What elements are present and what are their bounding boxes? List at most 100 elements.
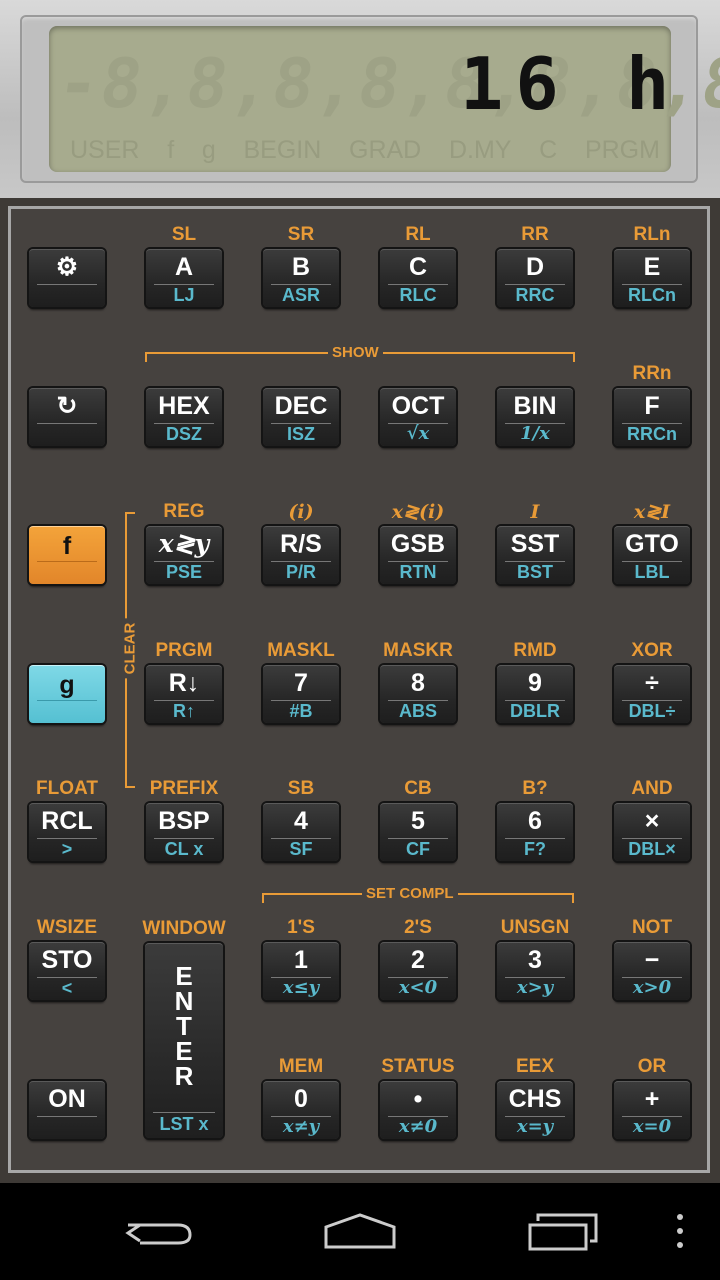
key-g-label: 1/x: [520, 423, 550, 444]
key-1[interactable]: 1 x≤y: [263, 942, 339, 1000]
key-g-label: RTN: [399, 562, 437, 582]
display-housing: -8,8,8,8,8,8,8,8,8, 16 h USER f g BEGIN …: [0, 0, 720, 198]
key-label: ×: [644, 807, 660, 835]
key-f-label: RL: [405, 224, 431, 245]
key-f-label: B?: [522, 778, 548, 799]
key-label: CHS: [508, 1085, 562, 1113]
key-bsp[interactable]: BSP CL x: [146, 803, 222, 861]
key-bin[interactable]: BIN 1/x: [497, 388, 573, 446]
key-c[interactable]: C RLC: [380, 249, 456, 307]
key-f-shift[interactable]: f: [29, 526, 105, 584]
key-oct[interactable]: OCT √x: [380, 388, 456, 446]
key-f-label: x≷I: [633, 501, 671, 523]
key-g-label: x>y: [516, 977, 554, 998]
key-f-label: OR: [637, 1056, 667, 1077]
key-4[interactable]: 4 SF: [263, 803, 339, 861]
key-hex[interactable]: HEX DSZ: [146, 388, 222, 446]
key-5[interactable]: 5 CF: [380, 803, 456, 861]
key-label: ON: [48, 1085, 86, 1113]
key-label: A: [174, 253, 194, 281]
key-f-label: MEM: [278, 1056, 324, 1077]
key-8[interactable]: 8 ABS: [380, 665, 456, 723]
key-label: 6: [528, 807, 542, 835]
key-9[interactable]: 9 DBLR: [497, 665, 573, 723]
key-sto[interactable]: STO <: [29, 942, 105, 1000]
key-label: 3: [528, 946, 542, 974]
key-0[interactable]: 0 x≠y: [263, 1081, 339, 1139]
key-a[interactable]: A LJ: [146, 249, 222, 307]
key-gsb[interactable]: GSB RTN: [380, 526, 456, 584]
key-g-label: x≠0: [398, 1116, 438, 1137]
key-xy[interactable]: x≷y PSE: [146, 526, 222, 584]
key-dot[interactable]: • x≠0: [380, 1081, 456, 1139]
key-label: 0: [294, 1085, 308, 1113]
key-g-label: RLCn: [628, 285, 676, 305]
key-g-label: DBL÷: [628, 701, 676, 721]
annunciator-prgm: PRGM: [584, 136, 660, 164]
key-gto[interactable]: GTO LBL: [614, 526, 690, 584]
key-settings[interactable]: ⚙: [29, 249, 105, 307]
annunciator-user: USER: [70, 136, 140, 164]
key-2[interactable]: 2 x<0: [380, 942, 456, 1000]
key-g-label: P/R: [285, 562, 316, 582]
overflow-menu-icon[interactable]: [650, 1211, 710, 1251]
key-chs[interactable]: CHS x=y: [497, 1081, 573, 1139]
annunciator-c: C: [539, 136, 558, 164]
key-g-label: CL x: [164, 839, 204, 859]
key-sst[interactable]: SST BST: [497, 526, 573, 584]
key-sub[interactable]: − x>0: [614, 942, 690, 1000]
key-label: RCL: [41, 807, 93, 835]
key-dec[interactable]: DEC ISZ: [263, 388, 339, 446]
key-f-label: (i): [288, 501, 314, 523]
key-rotate[interactable]: ↻: [29, 388, 105, 446]
key-separator: [37, 561, 97, 562]
key-g-label: RRC: [515, 285, 555, 305]
key-rcl[interactable]: RCL >: [29, 803, 105, 861]
key-g-label: ISZ: [286, 424, 315, 444]
key-3[interactable]: 3 x>y: [497, 942, 573, 1000]
key-g-label: #B: [289, 701, 313, 721]
enter-g-label: LST x: [159, 1114, 209, 1134]
enter-key[interactable]: ENTER LST x: [145, 943, 223, 1138]
key-7[interactable]: 7 #B: [263, 665, 339, 723]
key-rs[interactable]: R/S P/R: [263, 526, 339, 584]
key-g-label: PSE: [165, 562, 203, 582]
key-label: E: [643, 253, 661, 281]
key-f-label: SB: [287, 778, 315, 799]
key-f-label: 2'S: [404, 917, 432, 938]
key-f-label: FLOAT: [36, 778, 98, 799]
key-f-label: RR: [521, 224, 549, 245]
key-f-label: SL: [171, 224, 197, 245]
key-label: 4: [294, 807, 308, 835]
key-separator: [37, 284, 97, 285]
key-add[interactable]: + x=0: [614, 1081, 690, 1139]
key-d[interactable]: D RRC: [497, 249, 573, 307]
key-label: F: [644, 392, 660, 420]
annunciator-g: g: [201, 136, 216, 164]
lcd-value: 16 h: [460, 42, 682, 126]
key-g-shift[interactable]: g: [29, 665, 105, 723]
key-f-label: XOR: [631, 640, 673, 661]
key-rdown[interactable]: R↓ R↑: [146, 665, 222, 723]
key-g-label: CF: [406, 839, 430, 859]
key-f-label: x≷(i): [391, 501, 445, 523]
back-icon[interactable]: [120, 1211, 200, 1251]
key-mul[interactable]: × DBL×: [614, 803, 690, 861]
key-on[interactable]: ON: [29, 1081, 105, 1139]
key-g-label: √x: [406, 423, 430, 444]
home-icon[interactable]: [320, 1211, 400, 1251]
show-label: SHOW: [328, 344, 383, 361]
key-6[interactable]: 6 F?: [497, 803, 573, 861]
key-g-label: LBL: [634, 562, 670, 582]
recents-icon[interactable]: [522, 1211, 602, 1251]
key-div[interactable]: ÷ DBL÷: [614, 665, 690, 723]
key-b[interactable]: B ASR: [263, 249, 339, 307]
key-e[interactable]: E RLCn: [614, 249, 690, 307]
key-f-hex[interactable]: F RRCn: [614, 388, 690, 446]
key-f-label: STATUS: [381, 1056, 455, 1077]
key-label: BIN: [513, 392, 557, 420]
key-f-label: SR: [287, 224, 315, 245]
key-label: GTO: [625, 530, 679, 558]
key-separator: [37, 423, 97, 424]
key-g-label: DBLR: [510, 701, 560, 721]
